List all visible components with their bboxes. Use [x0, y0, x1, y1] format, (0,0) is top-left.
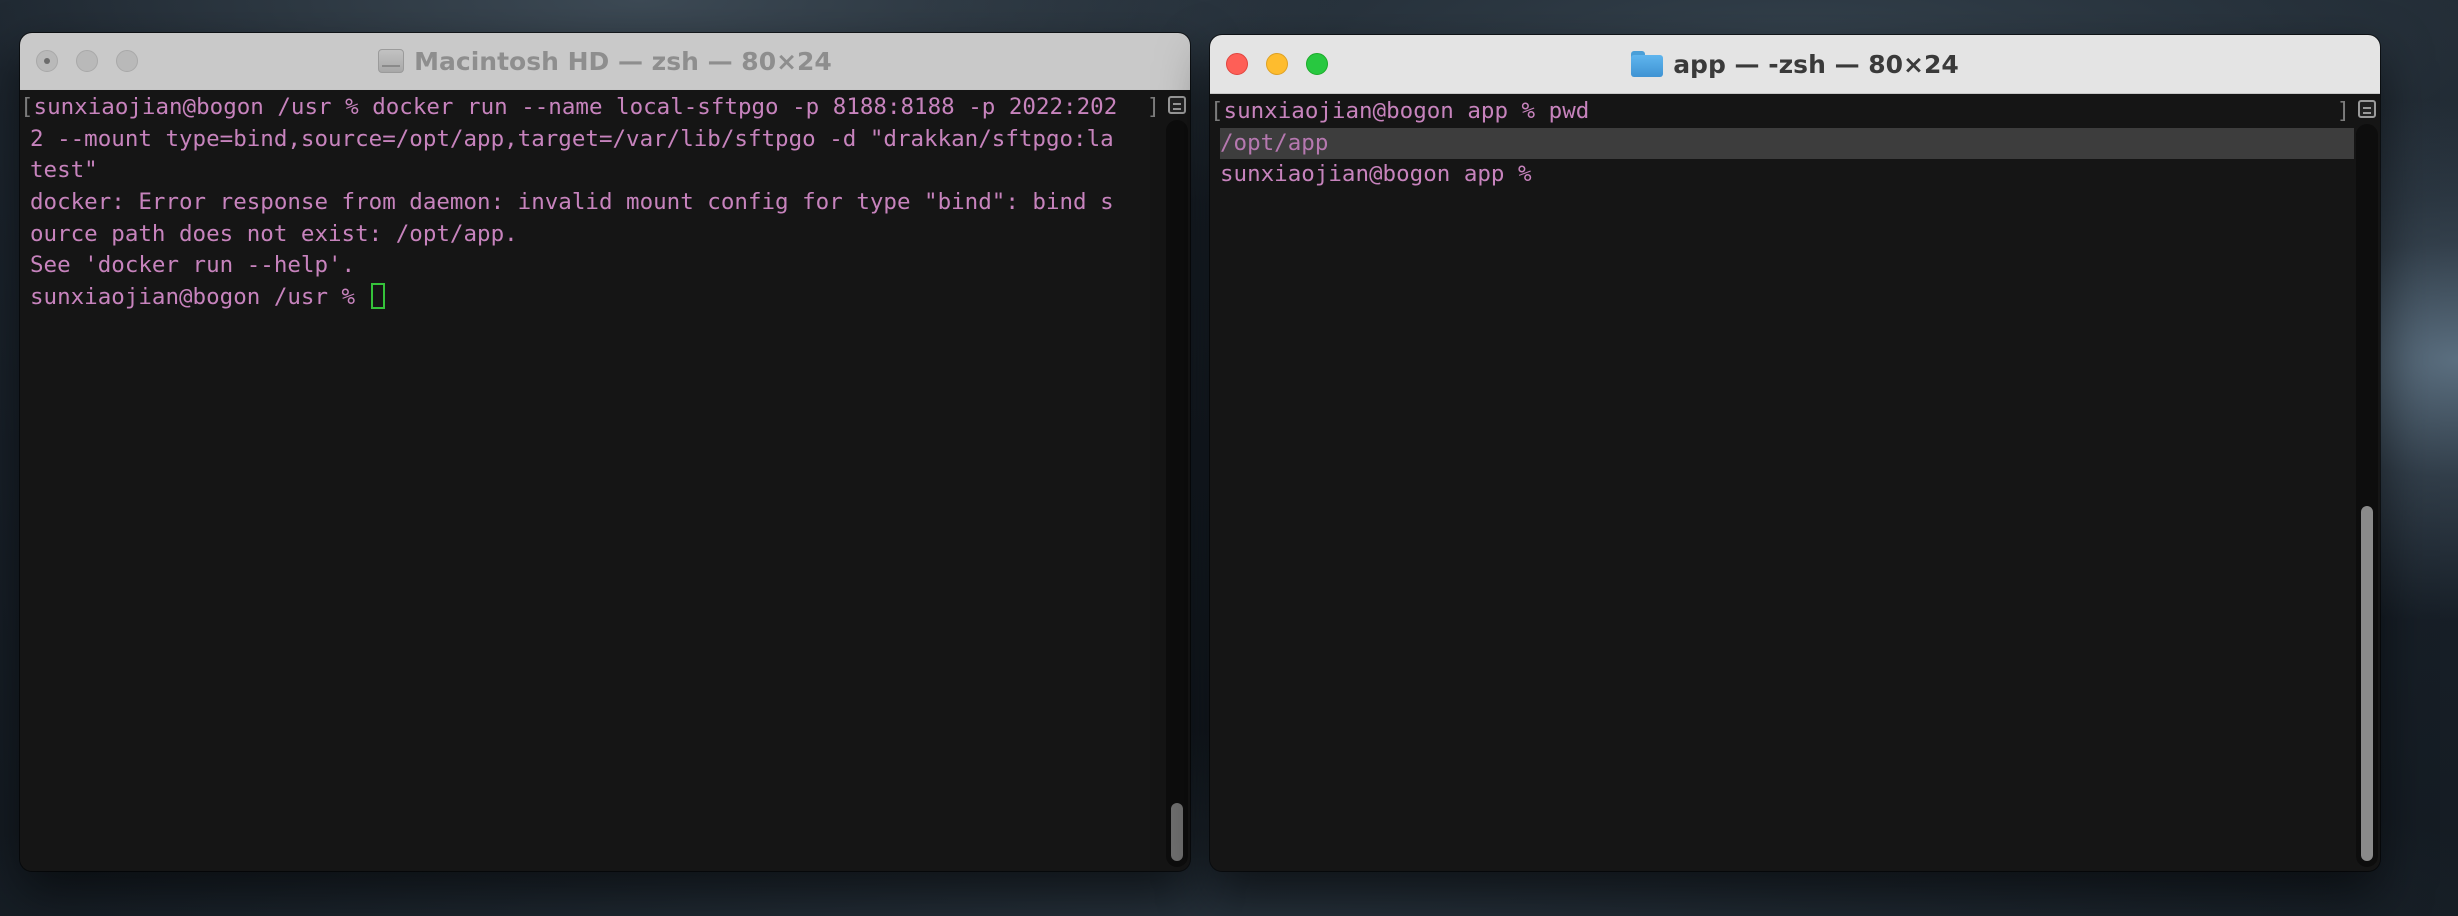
title-bar[interactable]: Macintosh HD — zsh — 80×24: [20, 33, 1190, 90]
terminal-output[interactable]: [sunxiaojian@bogon /usr % docker run --n…: [20, 90, 1190, 871]
scrollbar-thumb[interactable]: [2361, 506, 2373, 861]
traffic-lights: [36, 33, 138, 89]
line-bracket-marker: ]: [1146, 95, 1160, 120]
terminal-line-highlighted: /opt/app: [1220, 127, 2354, 160]
terminal-prompt-line: sunxiaojian@bogon /usr %: [30, 282, 1154, 314]
terminal-line: test": [30, 157, 98, 184]
terminal-line: ource path does not exist: /opt/app.: [30, 220, 518, 247]
scrollbar[interactable]: [1166, 120, 1188, 867]
marks-menu-icon[interactable]: [2358, 100, 2376, 118]
terminal-line: 2 --mount type=bind,source=/opt/app,targ…: [30, 125, 1114, 152]
title-bar[interactable]: app — -zsh — 80×24: [1210, 35, 2380, 94]
close-button[interactable]: [36, 50, 58, 72]
folder-icon: [1631, 51, 1664, 77]
terminal-line: See 'docker run --help'.: [30, 252, 356, 279]
terminal-output[interactable]: [sunxiaojian@bogon app % pwd /opt/app su…: [1210, 94, 2380, 871]
terminal-window-right[interactable]: app — -zsh — 80×24 [sunxiaojian@bogon ap…: [1210, 35, 2380, 871]
window-title-text: Macintosh HD — zsh — 80×24: [414, 46, 832, 76]
scrollbar[interactable]: [2356, 124, 2378, 867]
window-title-text: app — -zsh — 80×24: [1673, 49, 1959, 79]
close-button[interactable]: [1226, 53, 1248, 75]
scrollbar-thumb[interactable]: [1171, 803, 1183, 861]
line-bracket-marker: ]: [2336, 99, 2350, 124]
window-title: app — -zsh — 80×24: [1631, 50, 1959, 79]
minimize-button[interactable]: [1266, 53, 1288, 75]
traffic-lights: [1226, 35, 1328, 93]
marks-menu-icon[interactable]: [1168, 96, 1186, 114]
text-cursor: [370, 283, 385, 310]
zoom-button[interactable]: [1306, 53, 1328, 75]
terminal-prompt-line: sunxiaojian@bogon app %: [1220, 161, 1546, 188]
hard-disk-icon: [378, 49, 405, 73]
window-title: Macintosh HD — zsh — 80×24: [378, 47, 832, 76]
terminal-window-left[interactable]: Macintosh HD — zsh — 80×24 [sunxiaojian@…: [20, 33, 1190, 871]
terminal-line: [sunxiaojian@bogon app % pwd: [1210, 98, 1590, 124]
terminal-line: docker: Error response from daemon: inva…: [30, 189, 1114, 216]
terminal-line: [sunxiaojian@bogon /usr % docker run --n…: [20, 94, 1118, 120]
minimize-button[interactable]: [76, 50, 98, 72]
zoom-button[interactable]: [116, 50, 138, 72]
